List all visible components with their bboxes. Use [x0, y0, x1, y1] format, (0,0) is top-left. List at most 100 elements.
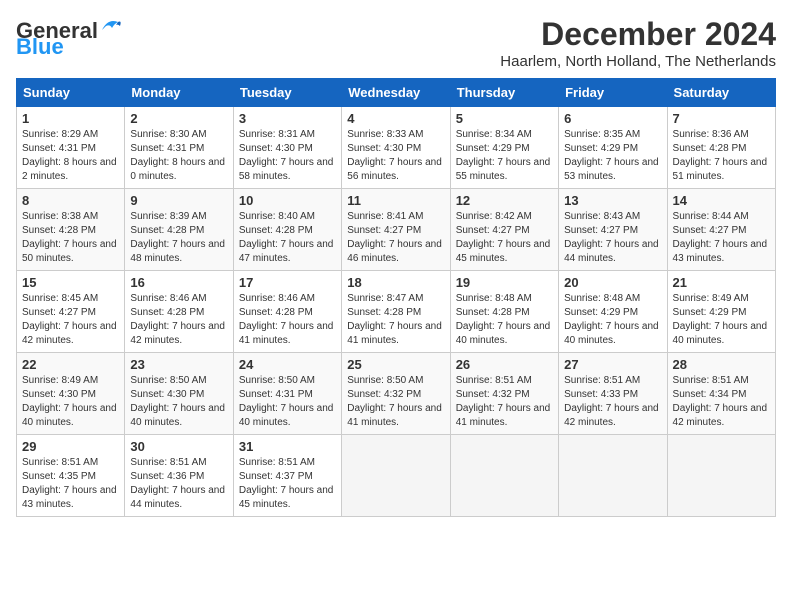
day-number: 26: [456, 357, 553, 372]
day-info: Sunrise: 8:49 AM Sunset: 4:30 PM Dayligh…: [22, 374, 119, 430]
column-header-sunday: Sunday: [17, 79, 125, 107]
day-number: 28: [673, 357, 770, 372]
calendar-cell: 31 Sunrise: 8:51 AM Sunset: 4:37 PM Dayl…: [233, 435, 341, 517]
day-number: 14: [673, 193, 770, 208]
calendar-cell: [559, 435, 667, 517]
day-info: Sunrise: 8:51 AM Sunset: 4:33 PM Dayligh…: [564, 374, 661, 430]
day-info: Sunrise: 8:50 AM Sunset: 4:31 PM Dayligh…: [239, 374, 336, 430]
calendar-cell: 27 Sunrise: 8:51 AM Sunset: 4:33 PM Dayl…: [559, 353, 667, 435]
day-number: 20: [564, 275, 661, 290]
logo: General Blue: [16, 16, 122, 60]
calendar-cell: 14 Sunrise: 8:44 AM Sunset: 4:27 PM Dayl…: [667, 189, 775, 271]
calendar-cell: [667, 435, 775, 517]
day-info: Sunrise: 8:48 AM Sunset: 4:28 PM Dayligh…: [456, 292, 553, 348]
day-number: 16: [130, 275, 227, 290]
calendar-week-row: 22 Sunrise: 8:49 AM Sunset: 4:30 PM Dayl…: [17, 353, 776, 435]
day-info: Sunrise: 8:38 AM Sunset: 4:28 PM Dayligh…: [22, 210, 119, 266]
day-number: 22: [22, 357, 119, 372]
calendar-cell: 26 Sunrise: 8:51 AM Sunset: 4:32 PM Dayl…: [450, 353, 558, 435]
day-info: Sunrise: 8:51 AM Sunset: 4:35 PM Dayligh…: [22, 456, 119, 512]
day-number: 23: [130, 357, 227, 372]
day-info: Sunrise: 8:40 AM Sunset: 4:28 PM Dayligh…: [239, 210, 336, 266]
day-number: 8: [22, 193, 119, 208]
day-info: Sunrise: 8:50 AM Sunset: 4:32 PM Dayligh…: [347, 374, 444, 430]
day-number: 18: [347, 275, 444, 290]
calendar-cell: 9 Sunrise: 8:39 AM Sunset: 4:28 PM Dayli…: [125, 189, 233, 271]
day-number: 7: [673, 111, 770, 126]
day-info: Sunrise: 8:30 AM Sunset: 4:31 PM Dayligh…: [130, 128, 227, 184]
day-info: Sunrise: 8:47 AM Sunset: 4:28 PM Dayligh…: [347, 292, 444, 348]
calendar-cell: 19 Sunrise: 8:48 AM Sunset: 4:28 PM Dayl…: [450, 271, 558, 353]
day-info: Sunrise: 8:36 AM Sunset: 4:28 PM Dayligh…: [673, 128, 770, 184]
calendar-week-row: 8 Sunrise: 8:38 AM Sunset: 4:28 PM Dayli…: [17, 189, 776, 271]
day-number: 27: [564, 357, 661, 372]
calendar-cell: [342, 435, 450, 517]
calendar-cell: 18 Sunrise: 8:47 AM Sunset: 4:28 PM Dayl…: [342, 271, 450, 353]
day-info: Sunrise: 8:33 AM Sunset: 4:30 PM Dayligh…: [347, 128, 444, 184]
day-info: Sunrise: 8:39 AM Sunset: 4:28 PM Dayligh…: [130, 210, 227, 266]
day-info: Sunrise: 8:51 AM Sunset: 4:37 PM Dayligh…: [239, 456, 336, 512]
column-header-saturday: Saturday: [667, 79, 775, 107]
calendar-table: SundayMondayTuesdayWednesdayThursdayFrid…: [16, 78, 776, 517]
day-number: 19: [456, 275, 553, 290]
page-header: General Blue December 2024 Haarlem, Nort…: [16, 16, 776, 70]
calendar-week-row: 1 Sunrise: 8:29 AM Sunset: 4:31 PM Dayli…: [17, 107, 776, 189]
day-number: 13: [564, 193, 661, 208]
day-info: Sunrise: 8:29 AM Sunset: 4:31 PM Dayligh…: [22, 128, 119, 184]
day-number: 30: [130, 439, 227, 454]
day-number: 29: [22, 439, 119, 454]
day-number: 10: [239, 193, 336, 208]
calendar-cell: 10 Sunrise: 8:40 AM Sunset: 4:28 PM Dayl…: [233, 189, 341, 271]
calendar-cell: 16 Sunrise: 8:46 AM Sunset: 4:28 PM Dayl…: [125, 271, 233, 353]
day-info: Sunrise: 8:41 AM Sunset: 4:27 PM Dayligh…: [347, 210, 444, 266]
day-number: 2: [130, 111, 227, 126]
calendar-cell: 4 Sunrise: 8:33 AM Sunset: 4:30 PM Dayli…: [342, 107, 450, 189]
day-number: 31: [239, 439, 336, 454]
day-number: 6: [564, 111, 661, 126]
day-info: Sunrise: 8:44 AM Sunset: 4:27 PM Dayligh…: [673, 210, 770, 266]
day-info: Sunrise: 8:51 AM Sunset: 4:34 PM Dayligh…: [673, 374, 770, 430]
calendar-cell: 30 Sunrise: 8:51 AM Sunset: 4:36 PM Dayl…: [125, 435, 233, 517]
day-info: Sunrise: 8:42 AM Sunset: 4:27 PM Dayligh…: [456, 210, 553, 266]
column-header-tuesday: Tuesday: [233, 79, 341, 107]
day-info: Sunrise: 8:46 AM Sunset: 4:28 PM Dayligh…: [239, 292, 336, 348]
calendar-header-row: SundayMondayTuesdayWednesdayThursdayFrid…: [17, 79, 776, 107]
day-info: Sunrise: 8:31 AM Sunset: 4:30 PM Dayligh…: [239, 128, 336, 184]
calendar-cell: 22 Sunrise: 8:49 AM Sunset: 4:30 PM Dayl…: [17, 353, 125, 435]
day-number: 17: [239, 275, 336, 290]
column-header-monday: Monday: [125, 79, 233, 107]
calendar-cell: 13 Sunrise: 8:43 AM Sunset: 4:27 PM Dayl…: [559, 189, 667, 271]
day-number: 12: [456, 193, 553, 208]
calendar-cell: 1 Sunrise: 8:29 AM Sunset: 4:31 PM Dayli…: [17, 107, 125, 189]
location: Haarlem, North Holland, The Netherlands: [500, 53, 776, 70]
month-title: December 2024: [500, 16, 776, 53]
day-info: Sunrise: 8:34 AM Sunset: 4:29 PM Dayligh…: [456, 128, 553, 184]
calendar-cell: 28 Sunrise: 8:51 AM Sunset: 4:34 PM Dayl…: [667, 353, 775, 435]
column-header-thursday: Thursday: [450, 79, 558, 107]
calendar-cell: 3 Sunrise: 8:31 AM Sunset: 4:30 PM Dayli…: [233, 107, 341, 189]
day-info: Sunrise: 8:48 AM Sunset: 4:29 PM Dayligh…: [564, 292, 661, 348]
calendar-cell: 8 Sunrise: 8:38 AM Sunset: 4:28 PM Dayli…: [17, 189, 125, 271]
calendar-cell: 7 Sunrise: 8:36 AM Sunset: 4:28 PM Dayli…: [667, 107, 775, 189]
calendar-week-row: 15 Sunrise: 8:45 AM Sunset: 4:27 PM Dayl…: [17, 271, 776, 353]
day-number: 5: [456, 111, 553, 126]
calendar-cell: 15 Sunrise: 8:45 AM Sunset: 4:27 PM Dayl…: [17, 271, 125, 353]
calendar-cell: 6 Sunrise: 8:35 AM Sunset: 4:29 PM Dayli…: [559, 107, 667, 189]
day-number: 24: [239, 357, 336, 372]
calendar-cell: 2 Sunrise: 8:30 AM Sunset: 4:31 PM Dayli…: [125, 107, 233, 189]
calendar-cell: 29 Sunrise: 8:51 AM Sunset: 4:35 PM Dayl…: [17, 435, 125, 517]
calendar-cell: 12 Sunrise: 8:42 AM Sunset: 4:27 PM Dayl…: [450, 189, 558, 271]
column-header-friday: Friday: [559, 79, 667, 107]
day-number: 15: [22, 275, 119, 290]
column-header-wednesday: Wednesday: [342, 79, 450, 107]
day-number: 3: [239, 111, 336, 126]
calendar-cell: 17 Sunrise: 8:46 AM Sunset: 4:28 PM Dayl…: [233, 271, 341, 353]
calendar-week-row: 29 Sunrise: 8:51 AM Sunset: 4:35 PM Dayl…: [17, 435, 776, 517]
day-number: 1: [22, 111, 119, 126]
day-number: 21: [673, 275, 770, 290]
day-number: 9: [130, 193, 227, 208]
logo-blue: Blue: [16, 34, 64, 60]
calendar-cell: 24 Sunrise: 8:50 AM Sunset: 4:31 PM Dayl…: [233, 353, 341, 435]
day-number: 25: [347, 357, 444, 372]
day-info: Sunrise: 8:49 AM Sunset: 4:29 PM Dayligh…: [673, 292, 770, 348]
